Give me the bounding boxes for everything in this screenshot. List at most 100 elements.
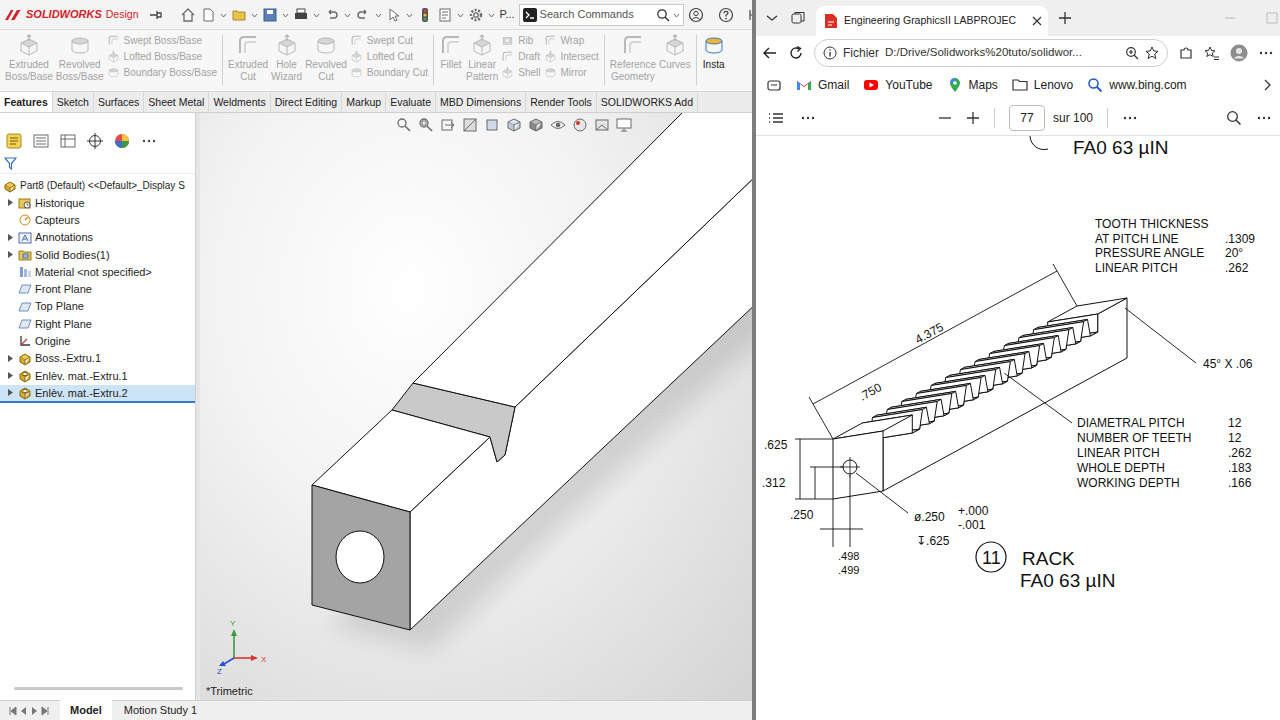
ribbon-button[interactable]: Linear Pattern (466, 33, 498, 91)
command-tab[interactable]: Evaluate (386, 92, 436, 112)
property-manager-icon[interactable] (33, 133, 49, 149)
more-icon[interactable] (800, 110, 816, 126)
ribbon-button[interactable]: Rib (501, 34, 540, 47)
tree-item[interactable]: Origine (0, 333, 195, 350)
tree-item[interactable]: Solid Bodies(1) (0, 246, 195, 263)
tree-item[interactable]: Right Plane (0, 315, 195, 332)
part-model[interactable] (200, 113, 752, 700)
user-icon[interactable] (688, 7, 704, 23)
maximize-icon[interactable] (1266, 12, 1278, 24)
ribbon-button[interactable]: Lofted Cut (350, 50, 428, 63)
ribbon-button[interactable]: Swept Boss/Base (107, 34, 217, 47)
ribbon-button[interactable]: Wrap (544, 34, 599, 47)
tree-item[interactable]: Boss.-Extru.1 (0, 350, 195, 367)
dropdown-icon[interactable] (488, 7, 495, 23)
graphics-area[interactable]: XYZ*Trimetric (200, 113, 752, 700)
edit-appearance-icon[interactable] (572, 117, 588, 133)
search-input[interactable] (540, 6, 653, 23)
command-tab[interactable]: Features (0, 92, 53, 112)
command-tab[interactable]: Sketch (53, 92, 94, 112)
ribbon-button[interactable]: Swept Cut (350, 34, 428, 47)
ribbon-button[interactable]: Fillet (439, 33, 463, 91)
filter-icon[interactable] (4, 157, 17, 170)
dropdown-icon[interactable] (673, 7, 680, 23)
tree-item[interactable]: Top Plane (0, 298, 195, 315)
configuration-icon[interactable] (60, 133, 76, 149)
ribbon-button[interactable]: Insta (702, 33, 726, 91)
dropdown-icon[interactable] (220, 7, 227, 23)
more-bookmarks-icon[interactable] (1262, 78, 1272, 92)
dropdown-icon[interactable] (251, 7, 258, 23)
expand-icon[interactable] (6, 198, 15, 207)
tree-scrollbar[interactable] (14, 687, 183, 690)
dropdown-icon[interactable] (457, 7, 464, 23)
tab-actions-icon[interactable] (764, 10, 780, 26)
zoom-in-icon[interactable] (966, 111, 980, 125)
more-commands[interactable]: P... (499, 6, 514, 23)
tree-item[interactable]: Annotations (0, 229, 195, 246)
tree-item[interactable]: Material <not specified> (0, 263, 195, 280)
ribbon-button[interactable]: Lofted Boss/Base (107, 50, 217, 63)
collections-icon[interactable] (766, 77, 782, 93)
search-icon[interactable] (656, 8, 670, 22)
tree-item[interactable]: Historique (0, 194, 195, 211)
display-manager-icon[interactable] (114, 133, 130, 149)
pin-icon[interactable] (148, 7, 164, 23)
ribbon-button[interactable]: Curves (659, 33, 691, 91)
zoom-icon[interactable] (1125, 46, 1139, 60)
ribbon-button[interactable]: Shell (501, 66, 540, 79)
dropdown-icon[interactable] (375, 7, 382, 23)
view-settings-icon[interactable] (616, 117, 632, 133)
info-icon[interactable] (823, 46, 837, 60)
ribbon-button[interactable]: Revolved Cut (305, 33, 347, 91)
browser-tab[interactable]: Engineering GraphicsII LABPROJEC (816, 6, 1048, 36)
dropdown-icon[interactable] (313, 7, 320, 23)
command-tab[interactable]: Direct Editing (271, 92, 342, 112)
expand-icon[interactable] (6, 388, 15, 397)
dropdown-icon[interactable] (344, 7, 351, 23)
more-icon[interactable] (1256, 110, 1272, 126)
next-tab-icon[interactable] (30, 705, 38, 717)
print-icon[interactable] (293, 7, 309, 23)
display-style-icon[interactable] (528, 117, 544, 133)
dynamic-view-icon[interactable] (484, 117, 500, 133)
extensions-icon[interactable] (1178, 45, 1194, 61)
ribbon-button[interactable]: Reference Geometry (610, 33, 656, 91)
contents-icon[interactable] (768, 110, 784, 126)
close-tab-icon[interactable] (1032, 16, 1042, 26)
view-orientation-icon[interactable] (506, 117, 522, 133)
prev-tab-icon[interactable] (20, 705, 28, 717)
favorites-icon[interactable] (1204, 45, 1220, 61)
new-tab-icon[interactable] (1058, 11, 1072, 25)
expand-icon[interactable] (6, 371, 15, 380)
bookmark[interactable]: www.bing.com (1087, 76, 1186, 94)
more-icon[interactable] (1122, 110, 1138, 126)
undo-icon[interactable] (324, 7, 340, 23)
address-bar[interactable]: FichierD:/Drive/Solidworks%20tuto/solidw… (814, 39, 1168, 67)
bookmark[interactable]: Maps (947, 76, 998, 94)
model-tab[interactable]: Motion Study 1 (114, 700, 207, 720)
expand-icon[interactable] (6, 250, 15, 259)
ribbon-button[interactable]: Boundary Cut (350, 66, 428, 79)
open-icon[interactable] (231, 7, 247, 23)
ribbon-button[interactable]: Draft (501, 50, 540, 63)
home-icon[interactable] (180, 7, 196, 23)
help-icon[interactable] (718, 7, 734, 23)
ribbon-button[interactable]: Extruded Cut (228, 33, 268, 91)
zoom-area-icon[interactable] (418, 117, 434, 133)
previous-view-icon[interactable] (440, 117, 456, 133)
ribbon-button[interactable]: Boundary Boss/Base (107, 66, 217, 79)
tree-item[interactable]: Enlèv. mat.-Extru.1 (0, 367, 195, 384)
tree-filter[interactable] (0, 154, 195, 174)
section-view-icon[interactable] (462, 117, 478, 133)
ribbon-button[interactable]: Hole Wizard (271, 33, 302, 91)
expand-icon[interactable] (6, 233, 15, 242)
ribbon-button[interactable]: Extruded Boss/Base (5, 33, 53, 91)
command-tab[interactable]: Render Tools (526, 92, 597, 112)
ribbon-button[interactable]: Intersect (544, 50, 599, 63)
workspaces-icon[interactable] (790, 10, 806, 26)
first-tab-icon[interactable] (8, 705, 18, 717)
url-text[interactable]: D:/Drive/Solidworks%20tuto/solidwor... (885, 44, 1119, 61)
minimize-icon[interactable] (1224, 12, 1236, 24)
bookmark[interactable]: YouTube (863, 76, 932, 94)
